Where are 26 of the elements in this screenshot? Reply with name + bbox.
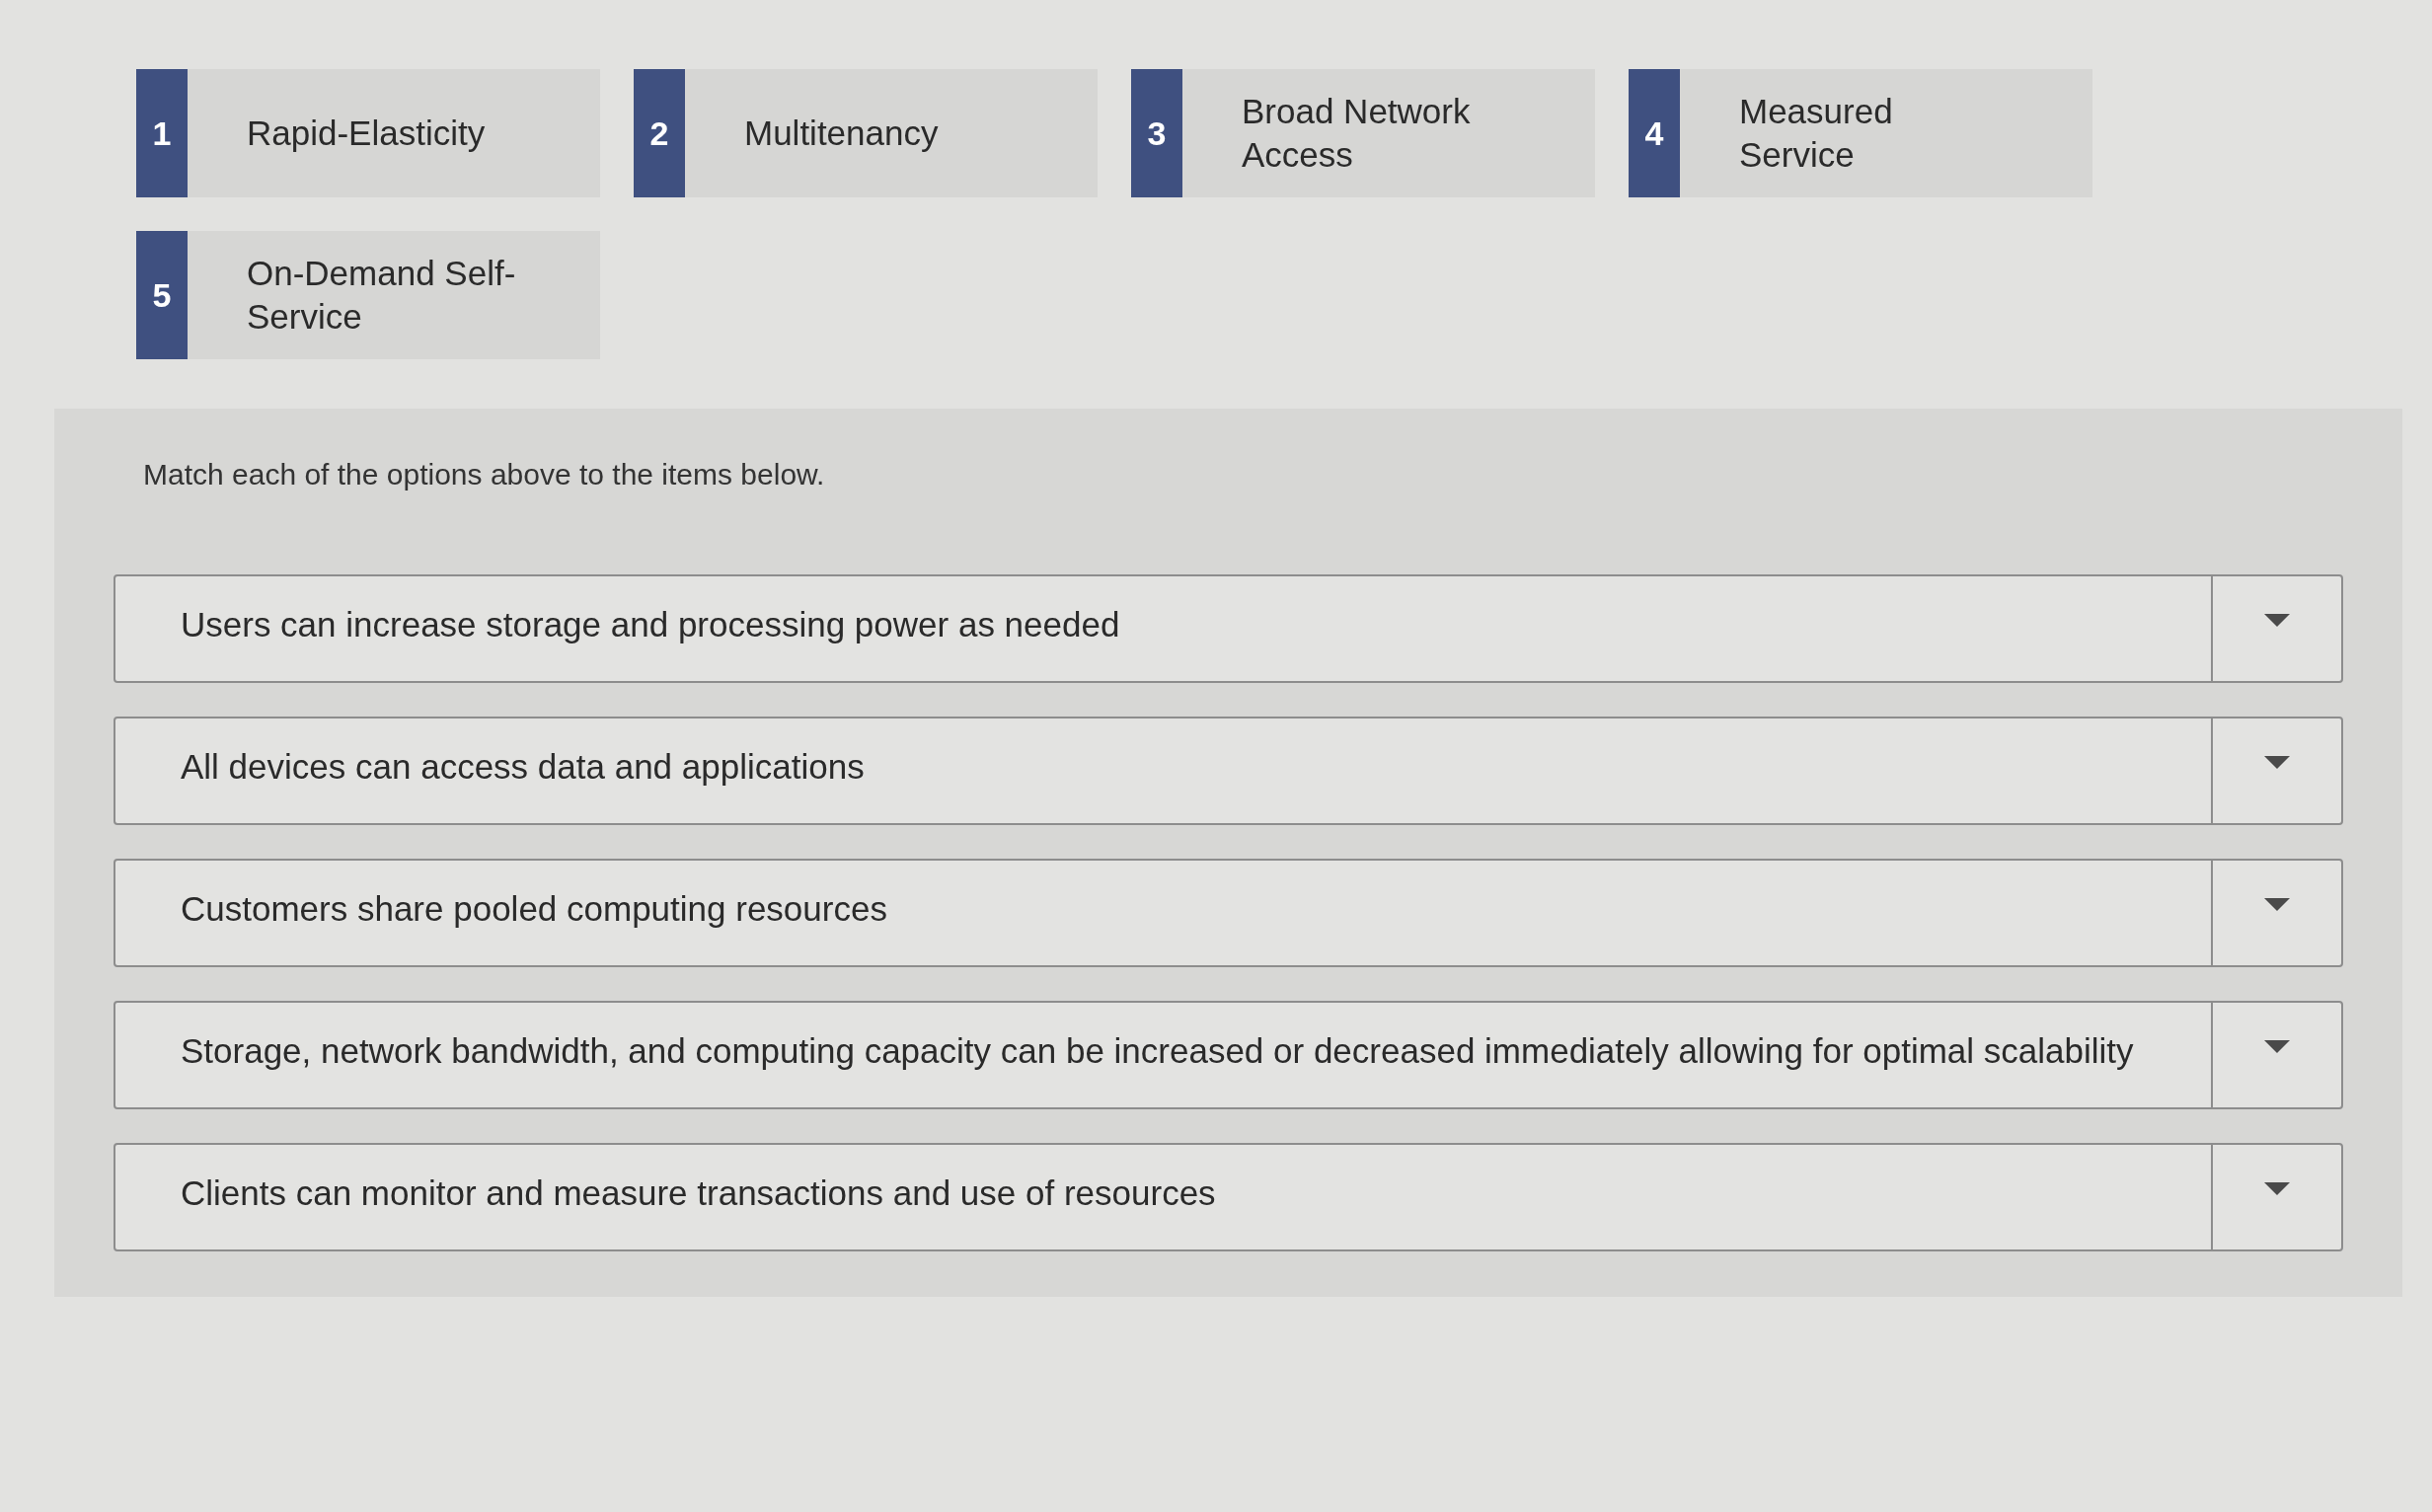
option-number: 5: [136, 231, 188, 359]
caret-icon: [2264, 898, 2290, 912]
option-label: Multitenancy: [743, 113, 940, 155]
option-number: 3: [1131, 69, 1182, 197]
option-number: 1: [136, 69, 188, 197]
answer-dropdown[interactable]: Customers share pooled computing resources: [114, 859, 2343, 967]
option-number: 4: [1629, 69, 1680, 197]
caret-icon: [2264, 1040, 2290, 1054]
caret-icon: [2264, 756, 2290, 770]
caret-icon: [2264, 1182, 2290, 1196]
answer-dropdown[interactable]: All devices can access data and applications: [114, 717, 2343, 825]
option-label: Broad Network Access: [1241, 91, 1472, 176]
item-text: Users can increase storage and processing power as needed: [180, 604, 1121, 645]
option-label: Rapid-Elasticity: [246, 113, 487, 155]
option-label: On-Demand Self-Service: [246, 253, 517, 338]
option-number: 2: [634, 69, 685, 197]
item-text: All devices can access data and applications: [180, 746, 866, 788]
option-label: Measured Service: [1738, 91, 1894, 176]
item-text: Clients can monitor and measure transactions and use of resources: [180, 1172, 1217, 1214]
item-text: Customers share pooled computing resources: [180, 888, 888, 930]
instruction-text: Match each of the options above to the items below.: [143, 458, 826, 491]
answer-dropdown[interactable]: Storage, network bandwidth, and computing capacity can be increased or decreased immediately allowing for optimal scalability: [114, 1001, 2343, 1109]
caret-icon: [2264, 614, 2290, 628]
answer-dropdown[interactable]: Users can increase storage and processing power as needed: [114, 574, 2343, 683]
item-text: Storage, network bandwidth, and computing capacity can be increased or decreased immediately allowing for optimal scalability: [180, 1030, 2135, 1072]
answer-dropdown[interactable]: Clients can monitor and measure transactions and use of resources: [114, 1143, 2343, 1251]
